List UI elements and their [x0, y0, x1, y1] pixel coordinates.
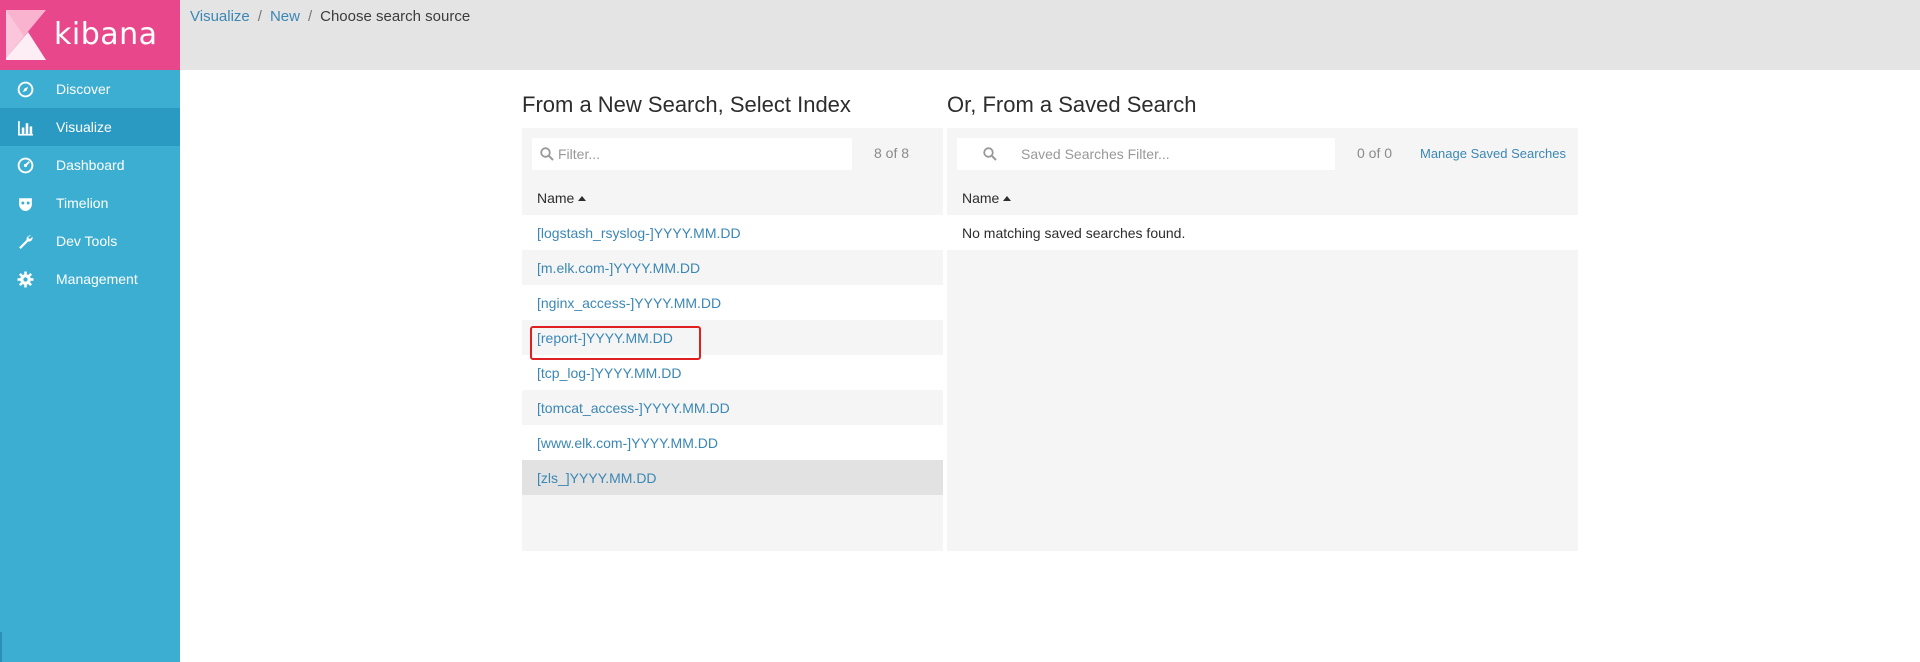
kibana-logo[interactable]: kibana [0, 0, 180, 70]
index-pattern-link[interactable]: [nginx_access-]YYYY.MM.DD [537, 295, 721, 311]
index-count: 8 of 8 [874, 145, 910, 161]
index-pattern-link[interactable]: [zls_]YYYY.MM.DD [537, 470, 657, 486]
sidebar-item-dev-tools[interactable]: Dev Tools [0, 222, 180, 260]
index-row-logstash-rsyslog[interactable]: [logstash_rsyslog-]YYYY.MM.DD [522, 215, 943, 250]
sidebar-item-management[interactable]: Management [0, 260, 180, 298]
logo-text: kibana [54, 17, 158, 52]
index-pattern-link[interactable]: [www.elk.com-]YYYY.MM.DD [537, 435, 718, 451]
index-row-report[interactable]: [report-]YYYY.MM.DD [522, 320, 943, 355]
search-icon [983, 147, 997, 161]
breadcrumb: Visualize / New / Choose search source [190, 8, 470, 25]
manage-saved-searches-link[interactable]: Manage Saved Searches [1420, 146, 1566, 161]
saved-search-title: Or, From a Saved Search [947, 92, 1197, 117]
index-row-www-elk-com[interactable]: [www.elk.com-]YYYY.MM.DD [522, 425, 943, 460]
timelion-mask-icon [19, 198, 32, 211]
bar-chart-icon [18, 121, 33, 136]
search-icon [540, 147, 554, 161]
sidebar-collapse-handle[interactable] [0, 632, 2, 662]
sidebar-item-label: Visualize [56, 119, 112, 135]
index-row-tcp-log[interactable]: [tcp_log-]YYYY.MM.DD [522, 355, 943, 390]
index-row-nginx-access[interactable]: [nginx_access-]YYYY.MM.DD [522, 285, 943, 320]
index-row-m-elk-com[interactable]: [m.elk.com-]YYYY.MM.DD [522, 250, 943, 285]
sidebar: kibana Discover Visualize Dashboard Time… [0, 0, 180, 662]
index-row-zls[interactable]: [zls_]YYYY.MM.DD [522, 460, 943, 495]
kibana-logo-icon [6, 10, 46, 60]
index-name-column-header[interactable]: Name [537, 190, 587, 206]
sidebar-item-label: Dev Tools [56, 233, 118, 249]
saved-search-empty-row: No matching saved searches found. [947, 215, 1578, 250]
saved-search-name-column-header[interactable]: Name [962, 190, 1012, 206]
breadcrumb-current: Choose search source [320, 8, 471, 25]
sidebar-item-label: Discover [56, 81, 111, 97]
saved-search-filter-input[interactable] [1021, 139, 1326, 169]
breadcrumb-visualize[interactable]: Visualize [190, 8, 250, 25]
saved-search-count: 0 of 0 [1357, 145, 1393, 161]
saved-search-panel [947, 128, 1578, 551]
breadcrumb-separator: / [307, 8, 313, 25]
compass-icon [17, 81, 34, 98]
breadcrumb-separator: / [257, 8, 262, 25]
sort-ascending-icon [1003, 195, 1012, 201]
column-header-label: Name [537, 190, 575, 206]
index-pattern-link[interactable]: [logstash_rsyslog-]YYYY.MM.DD [537, 225, 741, 241]
sidebar-item-label: Management [56, 271, 138, 287]
sidebar-item-label: Timelion [56, 195, 109, 211]
index-filter-box[interactable] [532, 138, 852, 170]
dashboard-gauge-icon [17, 157, 34, 174]
sort-ascending-icon [578, 195, 587, 201]
index-filter-input[interactable] [558, 139, 848, 169]
index-pattern-link[interactable]: [tomcat_access-]YYYY.MM.DD [537, 400, 730, 416]
sidebar-item-discover[interactable]: Discover [0, 70, 180, 108]
sidebar-nav: Discover Visualize Dashboard Timelion De… [0, 70, 180, 298]
sidebar-item-dashboard[interactable]: Dashboard [0, 146, 180, 184]
empty-message: No matching saved searches found. [962, 224, 1186, 241]
breadcrumb-new[interactable]: New [270, 8, 300, 25]
index-pattern-link[interactable]: [tcp_log-]YYYY.MM.DD [537, 365, 681, 381]
sidebar-item-visualize[interactable]: Visualize [0, 108, 180, 146]
index-pattern-link[interactable]: [m.elk.com-]YYYY.MM.DD [537, 260, 700, 276]
sidebar-item-timelion[interactable]: Timelion [0, 184, 180, 222]
top-bar: Visualize / New / Choose search source [180, 0, 1920, 70]
index-row-tomcat-access[interactable]: [tomcat_access-]YYYY.MM.DD [522, 390, 943, 425]
new-search-title: From a New Search, Select Index [522, 92, 851, 117]
saved-search-filter-box[interactable] [957, 138, 1335, 170]
column-header-label: Name [962, 190, 1000, 206]
wrench-icon [19, 235, 33, 249]
sidebar-item-label: Dashboard [56, 157, 125, 173]
gear-icon [17, 271, 34, 288]
index-pattern-link[interactable]: [report-]YYYY.MM.DD [537, 330, 673, 346]
